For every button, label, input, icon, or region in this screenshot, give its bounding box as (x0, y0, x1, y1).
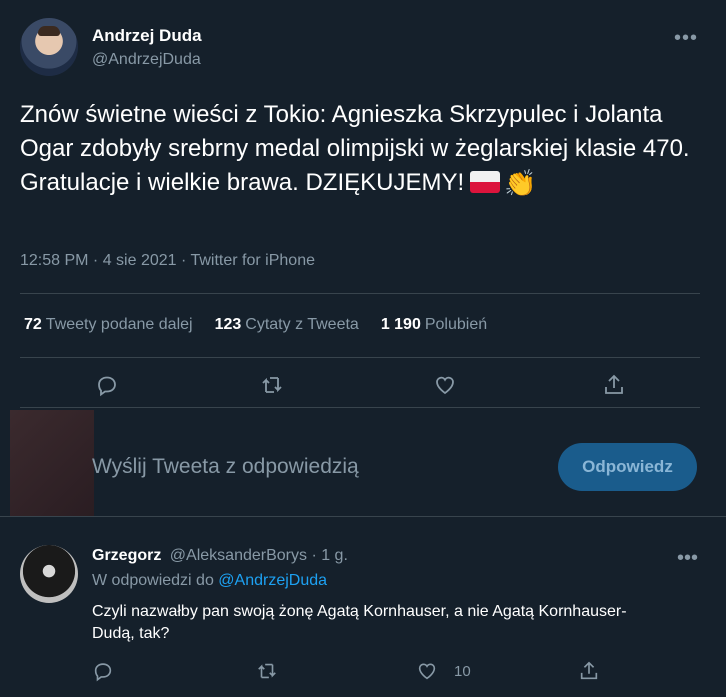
mention-link[interactable]: @AndrzejDuda (218, 572, 327, 589)
quotes-stat[interactable]: 123 Cytaty z Tweeta (215, 316, 359, 334)
reply-composer: Wyślij Tweeta z odpowiedzią Odpowiedz (0, 408, 726, 516)
likes-stat[interactable]: 1 190 Polubień (381, 316, 487, 334)
reply-time[interactable]: · 1 g. (311, 547, 347, 564)
more-options-icon[interactable]: ••• (677, 547, 698, 570)
tweet-source: Twitter for iPhone (190, 252, 315, 269)
author-avatar[interactable] (20, 18, 78, 76)
reply-actions: 10 (0, 660, 726, 684)
retweets-stat[interactable]: 72 Tweety podane dalej (24, 316, 193, 334)
reply-button[interactable]: Odpowiedz (558, 443, 697, 491)
like-count: 10 (454, 662, 471, 680)
reply-author-handle[interactable]: @AleksanderBorys (170, 547, 307, 564)
tweet-stats: 72 Tweety podane dalej 123 Cytaty z Tweeta… (24, 316, 487, 334)
divider (0, 516, 726, 517)
tweet-text: Znów świetne wieści z Tokio: Agnieszka S… (20, 98, 700, 200)
share-icon[interactable] (578, 660, 600, 682)
flag-poland-icon (470, 171, 501, 193)
share-icon[interactable] (599, 370, 629, 400)
current-user-avatar (10, 410, 94, 516)
reply-author-name[interactable]: Grzegorz (92, 547, 161, 564)
like-button[interactable]: 10 (416, 660, 471, 682)
reply-icon[interactable] (92, 370, 122, 400)
clapping-hands-icon: 👏 (504, 168, 537, 198)
author-handle[interactable]: @AndrzejDuda (92, 51, 201, 69)
reply-text: Czyli nazwałby pan swoją żonę Agatą Korn… (92, 603, 627, 642)
divider (20, 293, 700, 294)
tweet-meta: 12:58 PM · 4 sie 2021 · Twitter for iPho… (20, 252, 315, 269)
tweet-time[interactable]: 12:58 PM (20, 252, 88, 269)
tweet-date[interactable]: 4 sie 2021 (103, 252, 177, 269)
reply-input[interactable]: Wyślij Tweeta z odpowiedzią (92, 455, 359, 479)
author-name[interactable]: Andrzej Duda (92, 26, 202, 46)
retweet-icon[interactable] (256, 660, 278, 682)
tweet-actions (0, 370, 726, 400)
replying-to: W odpowiedzi do @AndrzejDuda (92, 572, 328, 589)
reply-icon[interactable] (92, 660, 114, 682)
like-icon[interactable] (430, 370, 460, 400)
reply-header: Grzegorz @AleksanderBorys · 1 g. (92, 547, 348, 565)
tweet-body: Znów świetne wieści z Tokio: Agnieszka S… (20, 101, 690, 196)
divider (20, 357, 700, 358)
retweet-icon[interactable] (257, 370, 287, 400)
like-icon (418, 663, 436, 680)
more-options-icon[interactable]: ••• (674, 27, 698, 50)
reply-author-avatar[interactable] (20, 545, 78, 603)
